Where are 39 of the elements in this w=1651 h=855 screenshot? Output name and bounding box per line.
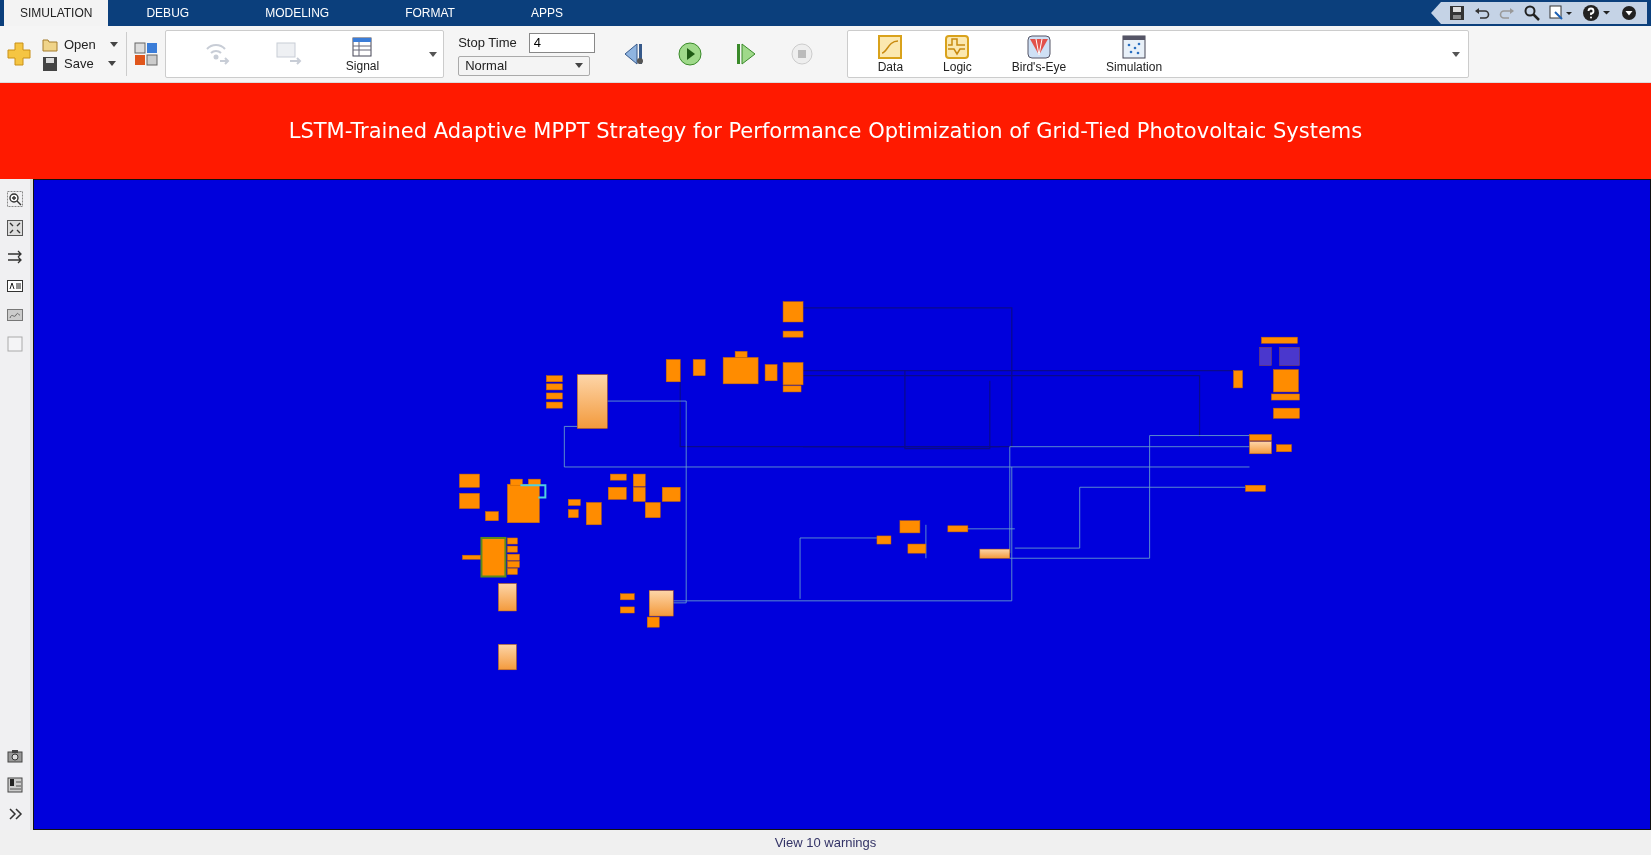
- library-grid-icon[interactable]: [132, 41, 159, 67]
- ribbon-tab[interactable]: MODELING: [227, 0, 368, 26]
- open-button[interactable]: Open: [40, 36, 120, 53]
- review-tool-button[interactable]: Simulation: [1106, 59, 1163, 74]
- signal-table-icon[interactable]: [351, 35, 374, 58]
- banner-title: LSTM-Trained Adaptive MPPT Strategy for Performance Optimization of Grid-Tied Photovoltaic Systems: [288, 119, 1363, 143]
- chevron-double-right-icon[interactable]: [7, 806, 23, 822]
- signal-button[interactable]: Signal: [345, 58, 380, 73]
- undo-icon[interactable]: [1474, 5, 1490, 21]
- stop-time-label: Stop Time: [458, 35, 517, 50]
- camera-icon[interactable]: [7, 748, 23, 764]
- ribbon-tab[interactable]: DEBUG: [108, 0, 228, 26]
- help-dropdown-icon[interactable]: [1582, 4, 1612, 22]
- fit-view-icon[interactable]: [7, 220, 23, 236]
- ribbon-tab[interactable]: FORMAT: [367, 0, 493, 26]
- text-annotation-icon[interactable]: [7, 278, 23, 294]
- stop-time-field[interactable]: 4: [528, 32, 595, 53]
- search-icon[interactable]: [1524, 5, 1540, 21]
- review-tool-button[interactable]: Logic: [943, 59, 972, 74]
- folder-icon: [42, 37, 58, 52]
- arrows-right-icon[interactable]: [7, 249, 23, 265]
- tag-dropdown-icon[interactable]: [1549, 5, 1573, 21]
- ribbon-tab[interactable]: SIMULATION: [4, 0, 109, 26]
- zoom-in-icon[interactable]: [7, 191, 23, 207]
- image-icon[interactable]: [7, 307, 23, 323]
- simulation-mode-dropdown[interactable]: Normal: [458, 55, 591, 76]
- collapse-ribbon-icon[interactable]: [1621, 5, 1637, 21]
- view-warnings-link[interactable]: View 10 warnings: [768, 834, 883, 851]
- fan-view-icon[interactable]: [1026, 34, 1051, 59]
- save-icon[interactable]: [1449, 5, 1465, 21]
- data-plot-icon[interactable]: [878, 34, 903, 59]
- dot-grid-window-icon[interactable]: [1122, 34, 1147, 59]
- ribbon-tab[interactable]: APPS: [492, 0, 601, 26]
- logic-waveform-icon[interactable]: [945, 34, 970, 59]
- review-tool-button[interactable]: Bird's-Eye: [1011, 59, 1067, 74]
- review-tool-button[interactable]: Data: [877, 59, 904, 74]
- property-inspector-icon[interactable]: [7, 777, 23, 793]
- save-button[interactable]: Save: [40, 55, 120, 72]
- run-icon[interactable]: [676, 41, 703, 67]
